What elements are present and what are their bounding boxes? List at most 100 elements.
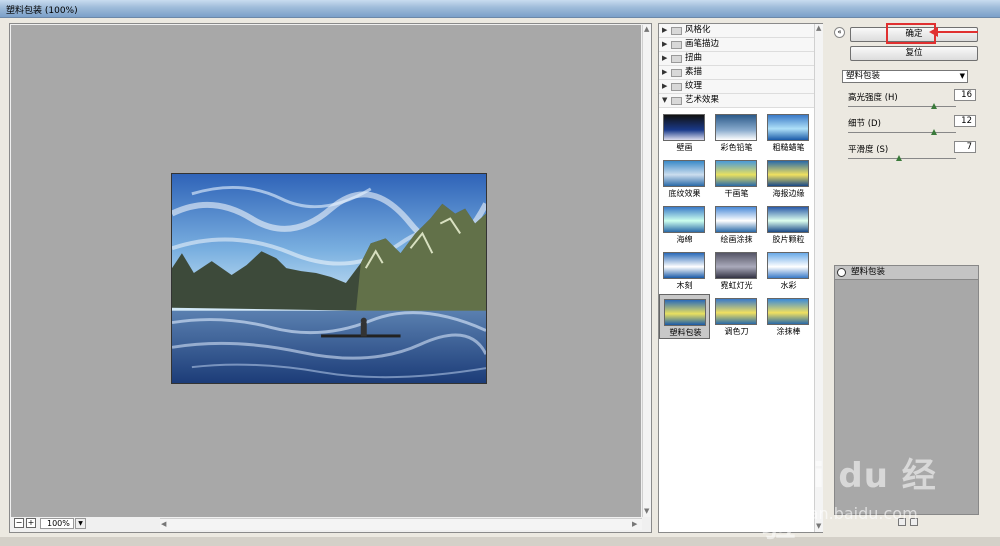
folder-open-icon [671, 97, 682, 105]
filter-thumb-label: 胶片颗粒 [772, 235, 805, 244]
zoom-dropdown-icon[interactable]: ▼ [75, 518, 86, 529]
category-label: 扭曲 [685, 53, 703, 63]
preview-panel: ▲ ▼ ◀ ▶ − + 100% ▼ [9, 23, 652, 533]
param-label: 平滑度 (S) [848, 145, 889, 155]
filter-thumb[interactable]: 干画笔 [711, 156, 762, 201]
scroll-down-icon[interactable]: ▼ [644, 507, 649, 515]
filter-thumb-image [663, 160, 705, 187]
expand-arrow-icon: ▶ [662, 40, 668, 48]
folder-icon [671, 55, 682, 63]
filter-thumb-image [663, 114, 705, 141]
param-smoothness: 平滑度 (S) 7 [848, 141, 978, 169]
effect-layer[interactable]: 塑料包装 [835, 266, 978, 280]
filter-thumb-image [715, 252, 757, 279]
zoom-level-field[interactable]: 100% [40, 518, 74, 529]
category-distort[interactable]: ▶ 扭曲 [659, 52, 814, 66]
filter-thumb-image [767, 206, 809, 233]
filter-thumb-selected[interactable]: 塑料包装 [659, 294, 710, 339]
param-value-input[interactable]: 12 [954, 115, 976, 127]
scroll-down-icon[interactable]: ▼ [816, 522, 821, 530]
collapse-gallery-icon[interactable]: « [834, 27, 845, 38]
slider-track[interactable] [848, 132, 956, 133]
filter-thumb[interactable]: 海报边缘 [763, 156, 814, 201]
filter-gallery-dialog: ▲ ▼ ◀ ▶ − + 100% ▼ ▶ 风格化 ▶ 画笔描边 ▶ 扭曲 ▶ 素… [0, 18, 1000, 545]
filter-thumb-label: 霓虹灯光 [720, 281, 753, 290]
param-label: 高光强度 (H) [848, 93, 898, 103]
folder-icon [671, 69, 682, 77]
category-sketch[interactable]: ▶ 素描 [659, 66, 814, 80]
pointer-arrow-icon [929, 27, 978, 37]
category-label: 纹理 [685, 81, 703, 91]
slider-handle[interactable] [931, 103, 938, 109]
delete-layer-icon[interactable] [910, 518, 918, 526]
param-label: 细节 (D) [848, 119, 881, 129]
folder-icon [671, 41, 682, 49]
preview-horizontal-scrollbar[interactable]: ◀ ▶ [160, 518, 642, 530]
zoom-in-button[interactable]: + [26, 518, 36, 528]
window-title: 塑料包装 (100%) [6, 6, 78, 16]
filter-thumb[interactable]: 彩色铅笔 [711, 110, 762, 155]
filter-select-value: 塑料包装 [846, 71, 881, 81]
filter-thumb[interactable]: 涂抹棒 [763, 294, 814, 339]
slider-handle[interactable] [931, 129, 938, 135]
expand-arrow-icon: ▶ [662, 68, 668, 76]
category-label: 艺术效果 [685, 95, 720, 105]
scroll-right-icon[interactable]: ▶ [632, 520, 637, 528]
slider-track[interactable] [848, 158, 956, 159]
chevron-down-icon: ▼ [959, 72, 965, 80]
filter-thumb[interactable]: 海绵 [659, 202, 710, 247]
filter-gallery: ▶ 风格化 ▶ 画笔描边 ▶ 扭曲 ▶ 素描 ▶ 纹理 ▼ 艺术效果 壁画 彩色… [658, 23, 823, 533]
effect-layers-panel: 塑料包装 [834, 265, 979, 515]
filter-thumb-image [715, 206, 757, 233]
param-detail: 细节 (D) 12 [848, 115, 978, 143]
param-highlight-strength: 高光强度 (H) 16 [848, 89, 978, 117]
eye-icon[interactable] [837, 268, 846, 277]
filter-thumb[interactable]: 绘画涂抹 [711, 202, 762, 247]
filter-thumb[interactable]: 壁画 [659, 110, 710, 155]
new-layer-icon[interactable] [898, 518, 906, 526]
expand-arrow-icon: ▶ [662, 54, 668, 62]
param-value-input[interactable]: 7 [954, 141, 976, 153]
filter-thumb-image [767, 160, 809, 187]
filter-thumb[interactable]: 粗糙蜡笔 [763, 110, 814, 155]
filter-thumb[interactable]: 霓虹灯光 [711, 248, 762, 293]
filter-thumb-label: 海报边缘 [772, 189, 805, 198]
filter-category-list: ▶ 风格化 ▶ 画笔描边 ▶ 扭曲 ▶ 素描 ▶ 纹理 ▼ 艺术效果 [659, 24, 814, 108]
filter-thumb-image [715, 114, 757, 141]
scroll-up-icon[interactable]: ▲ [644, 25, 649, 33]
param-value-input[interactable]: 16 [954, 89, 976, 101]
zoom-out-button[interactable]: − [14, 518, 24, 528]
filter-thumb-image [663, 252, 705, 279]
category-texture[interactable]: ▶ 纹理 [659, 80, 814, 94]
preview-canvas[interactable] [11, 25, 641, 517]
preview-vertical-scrollbar[interactable]: ▲ ▼ [642, 25, 651, 517]
filter-thumb[interactable]: 水彩 [763, 248, 814, 293]
filter-select[interactable]: 塑料包装 ▼ [842, 70, 968, 83]
category-artistic[interactable]: ▼ 艺术效果 [659, 94, 814, 108]
filter-thumb-image [767, 298, 809, 325]
category-label: 风格化 [685, 25, 711, 35]
filter-thumb-label: 粗糙蜡笔 [772, 143, 805, 152]
filter-thumb-image [664, 299, 706, 326]
scroll-left-icon[interactable]: ◀ [161, 520, 166, 528]
title-bar: 塑料包装 (100%) [0, 0, 1000, 18]
expand-arrow-icon: ▶ [662, 82, 668, 90]
filter-thumb-label: 木刻 [676, 281, 693, 290]
filter-thumb-label: 壁画 [676, 143, 693, 152]
category-label: 画笔描边 [685, 39, 720, 49]
gallery-scrollbar[interactable]: ▲ ▼ [814, 24, 823, 532]
filter-thumb[interactable]: 木刻 [659, 248, 710, 293]
filter-thumb[interactable]: 底纹效果 [659, 156, 710, 201]
filter-thumb-label: 海绵 [676, 235, 693, 244]
filter-thumb-label: 绘画涂抹 [720, 235, 753, 244]
filter-thumb[interactable]: 胶片颗粒 [763, 202, 814, 247]
reset-button[interactable]: 复位 [850, 46, 978, 61]
filter-thumb-label: 调色刀 [724, 327, 749, 336]
category-brush-strokes[interactable]: ▶ 画笔描边 [659, 38, 814, 52]
folder-icon [671, 27, 682, 35]
category-stylize[interactable]: ▶ 风格化 [659, 24, 814, 38]
slider-track[interactable] [848, 106, 956, 107]
slider-handle[interactable] [895, 155, 902, 161]
filter-thumb[interactable]: 调色刀 [711, 294, 762, 339]
scroll-up-icon[interactable]: ▲ [816, 24, 821, 32]
